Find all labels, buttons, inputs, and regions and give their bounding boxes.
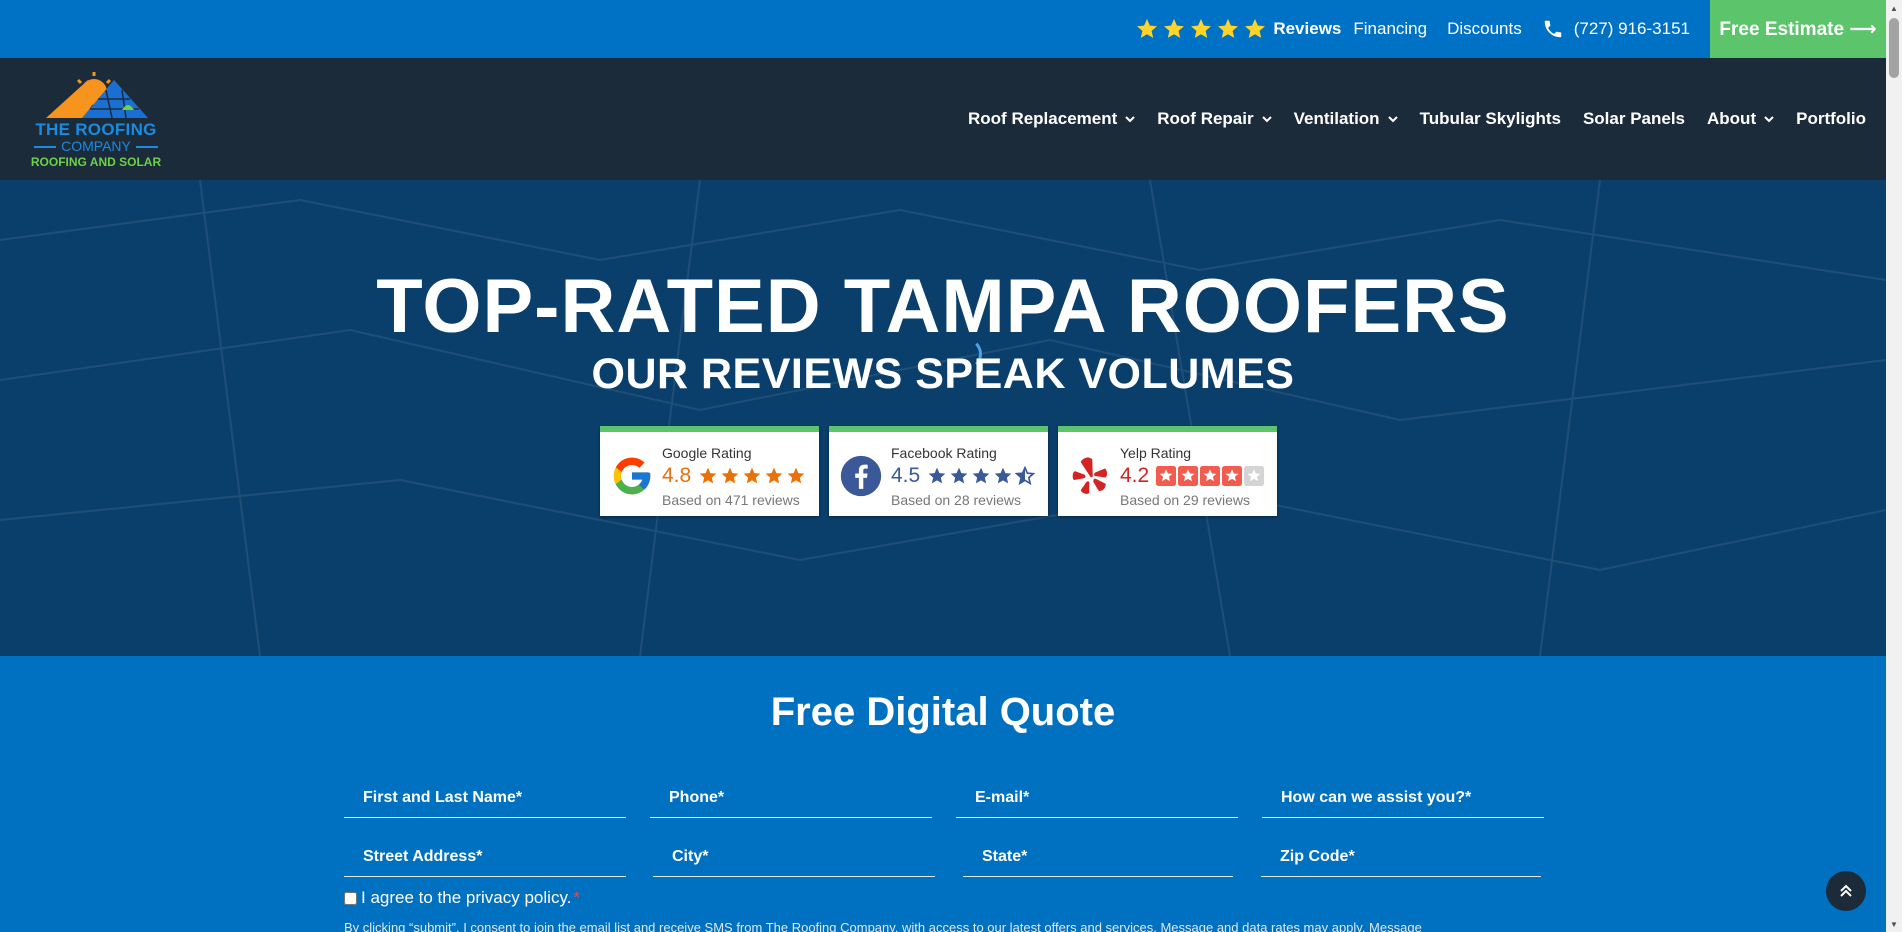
discounts-link[interactable]: Discounts [1447, 19, 1522, 39]
star-icon [765, 467, 783, 484]
facebook-icon [840, 455, 882, 497]
rating-stars [698, 466, 806, 486]
chevron-down-icon [1125, 116, 1135, 123]
nav-item-tubular-skylights[interactable]: Tubular Skylights [1420, 109, 1561, 129]
street-address-field[interactable]: Street Address* [344, 837, 626, 877]
star-icon [1191, 19, 1212, 38]
ratings-row: Google Rating 4.8 Based on 471 reviews F… [600, 426, 1277, 516]
rating-stars [1156, 466, 1264, 486]
rating-card-facebook[interactable]: Facebook Rating 4.5 Based on 28 reviews [829, 426, 1048, 516]
site-logo[interactable]: THE ROOFING COMPANY ROOFING AND SOLAR [28, 72, 164, 169]
rating-name: Yelp Rating [1120, 445, 1192, 461]
star-half-icon [1015, 466, 1035, 486]
star-icon [1245, 19, 1266, 38]
nav-item-label: Tubular Skylights [1419, 109, 1561, 128]
rating-card-yelp[interactable]: Yelp Rating 4.2 Based on 29 reviews [1058, 426, 1277, 516]
nav-item-solar-panels[interactable]: Solar Panels [1583, 109, 1685, 129]
star-icon [721, 467, 739, 484]
reviews-stars[interactable] [1135, 17, 1267, 41]
nav-item-label: Solar Panels [1582, 109, 1686, 128]
hero-background-pattern [0, 180, 1886, 656]
hero-section: TOP-RATED TAMPA ROOFERS OUR REVIEWS SPEA… [0, 180, 1886, 656]
email-field[interactable]: E-mail* [956, 778, 1238, 818]
assist-field[interactable]: How can we assist you?* [1262, 778, 1544, 818]
nav-item-about[interactable]: About [1707, 109, 1774, 129]
free-estimate-button[interactable]: Free Estimate ⟶ [1710, 0, 1886, 58]
zip-code-field[interactable]: Zip Code* [1261, 837, 1541, 877]
nav-item-label: Roof Repair [1157, 109, 1254, 128]
rating-review-count: Based on 471 reviews [662, 492, 800, 508]
privacy-agree-checkbox[interactable] [344, 891, 357, 905]
scroll-up-arrow-icon[interactable]: ▲ [1886, 0, 1902, 16]
privacy-agree-label: I agree to the privacy policy. [361, 888, 572, 907]
star-icon [928, 467, 946, 484]
scrollbar-thumb[interactable] [1889, 18, 1899, 78]
chevron-down-icon [1261, 116, 1272, 123]
yelp-star-icon [1222, 466, 1242, 486]
nav-item-label: Portfolio [1796, 109, 1866, 128]
rating-review-count: Based on 28 reviews [891, 492, 1021, 508]
privacy-agree-row: I agree to the privacy policy. * [344, 888, 580, 908]
rating-stars [927, 466, 1035, 486]
back-to-top-button[interactable] [1826, 871, 1866, 911]
phone-field[interactable]: Phone* [650, 778, 932, 818]
sms-consent-text: By clicking “submit”, I consent to join … [344, 920, 1422, 932]
rating-card-google[interactable]: Google Rating 4.8 Based on 471 reviews [600, 426, 819, 516]
yelp-star-icon [1200, 466, 1220, 486]
star-icon [1137, 19, 1158, 38]
chevron-down-icon [1764, 116, 1774, 123]
nav-item-label: About [1707, 109, 1757, 128]
nav-menu: Roof Replacement Roof Repair Ventilation… [946, 58, 1866, 180]
chevron-down-icon [1387, 116, 1398, 123]
nav-item-roof-replacement[interactable]: Roof Replacement [968, 109, 1135, 129]
quote-title: Free Digital Quote [770, 690, 1116, 734]
main-nav: THE ROOFING COMPANY ROOFING AND SOLAR Ro… [0, 58, 1886, 180]
hero-subtitle: OUR REVIEWS SPEAK VOLUMES [591, 350, 1295, 398]
scroll-down-arrow-icon[interactable]: ▼ [1886, 916, 1902, 932]
star-icon [994, 467, 1012, 484]
rating-score: 4.5 [891, 464, 921, 487]
star-icon [972, 467, 990, 484]
phone-link[interactable]: (727) 916-3151 [1542, 18, 1690, 40]
name-field[interactable]: First and Last Name* [344, 778, 626, 818]
hero-title: TOP-RATED TAMPA ROOFERS [376, 264, 1510, 349]
yelp-star-empty-icon [1244, 466, 1264, 486]
state-field[interactable]: State* [963, 837, 1233, 877]
nav-item-label: Roof Replacement [968, 109, 1118, 128]
required-mark: * [573, 888, 581, 907]
logo-line-3: ROOFING AND SOLAR [30, 155, 162, 169]
yelp-star-icon [1178, 466, 1198, 486]
google-icon [613, 457, 651, 495]
nav-item-ventilation[interactable]: Ventilation [1294, 109, 1398, 129]
rating-score: 4.8 [662, 464, 692, 487]
star-icon [1164, 19, 1185, 38]
phone-icon [1544, 20, 1561, 38]
logo-line-1: THE ROOFING [35, 120, 157, 139]
rating-review-count: Based on 29 reviews [1120, 492, 1250, 508]
rating-score: 4.2 [1120, 464, 1150, 487]
nav-item-portfolio[interactable]: Portfolio [1796, 109, 1866, 129]
star-icon [743, 467, 761, 484]
rating-name: Facebook Rating [891, 445, 997, 461]
yelp-icon [1072, 457, 1108, 494]
nav-item-label: Ventilation [1293, 109, 1380, 128]
nav-item-roof-repair[interactable]: Roof Repair [1157, 109, 1272, 129]
double-chevron-up-icon [1840, 884, 1852, 897]
star-icon [950, 467, 968, 484]
city-field[interactable]: City* [653, 837, 935, 877]
financing-link[interactable]: Financing [1353, 19, 1427, 39]
phone-number: (727) 916-3151 [1573, 19, 1690, 38]
star-icon [1218, 19, 1239, 38]
rating-name: Google Rating [662, 445, 752, 461]
yelp-star-icon [1156, 466, 1176, 486]
reviews-link[interactable]: Reviews [1273, 19, 1341, 39]
star-icon [699, 467, 717, 484]
page-scrollbar[interactable]: ▲ ▼ [1886, 0, 1902, 932]
logo-line-2: COMPANY [28, 138, 164, 154]
star-icon [787, 467, 805, 484]
logo-roof-graphic [46, 72, 148, 119]
top-bar: Reviews Financing Discounts (727) 916-31… [0, 0, 1886, 58]
